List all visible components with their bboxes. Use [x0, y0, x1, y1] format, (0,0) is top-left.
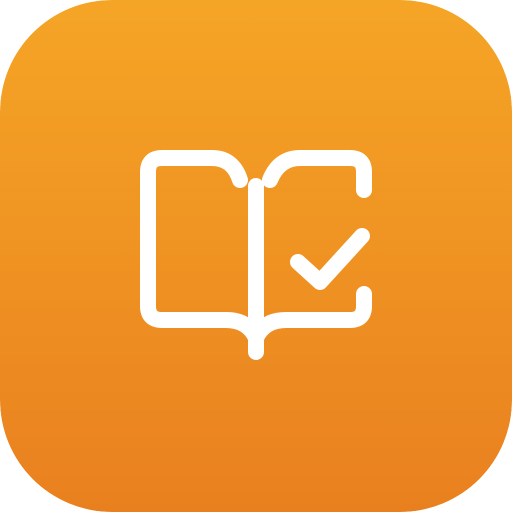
app-icon[interactable] — [0, 0, 512, 512]
app-icon-graphic — [0, 0, 512, 512]
